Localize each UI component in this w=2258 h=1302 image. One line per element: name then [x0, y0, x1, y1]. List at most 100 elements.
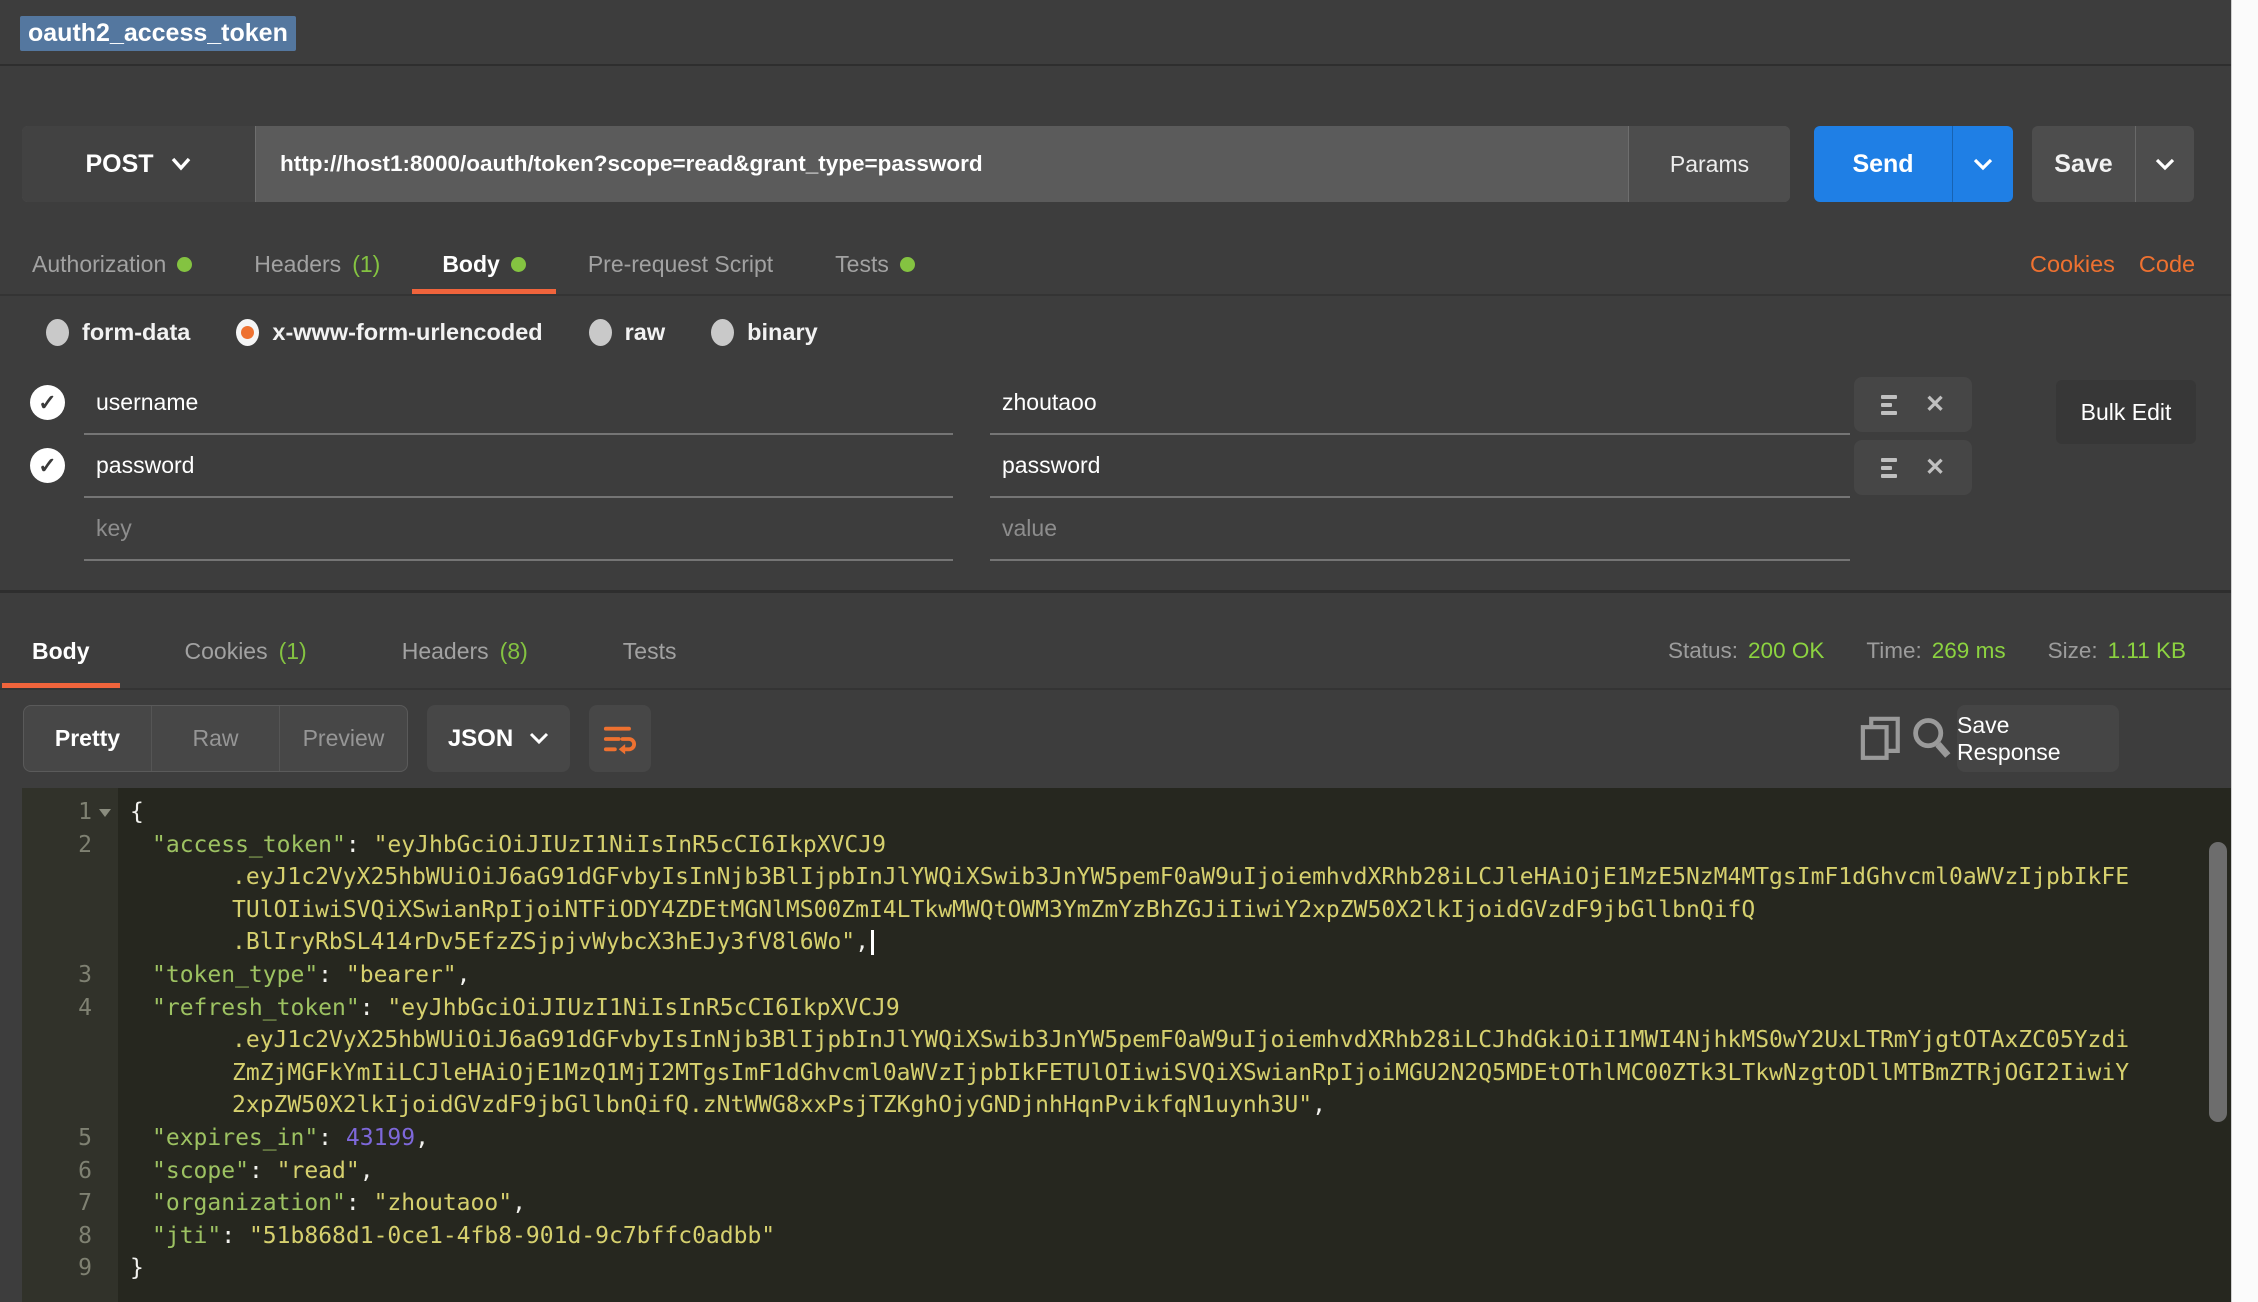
- tab-count: (1): [352, 251, 380, 278]
- line-number: [22, 1057, 118, 1090]
- code-line-content: {: [118, 796, 144, 829]
- method-label: POST: [85, 150, 153, 179]
- save-response-button[interactable]: Save Response: [1957, 705, 2119, 772]
- code-link[interactable]: Code: [2139, 251, 2195, 278]
- code-token: .BlIryRbSL414rDv5EfzZSjpjvWybcX3hEJy3fV8…: [232, 929, 855, 955]
- copy-response-button[interactable]: [1860, 716, 1902, 767]
- tab-label: Authorization: [32, 251, 166, 278]
- response-body-viewer[interactable]: 1{2"access_token": "eyJhbGciOiJIUzI1NiIs…: [22, 788, 2232, 1302]
- code-token: :: [249, 1158, 277, 1184]
- response-tabs: Body Cookies(1) Headers(8) Tests: [32, 612, 676, 690]
- line-number: 4: [22, 992, 118, 1025]
- remove-row-icon[interactable]: ✕: [1925, 393, 1945, 417]
- code-line: TUlOIiwiSVQiXSwianRpIjoiNTFiODY4ZDEtMGNl…: [22, 894, 2232, 927]
- bulk-edit-label: Bulk Edit: [2081, 399, 2172, 426]
- code-line-content: "jti": "51b868d1-0ce1-4fb8-901d-9c7bffc0…: [118, 1220, 775, 1253]
- tab-label: Pre-request Script: [588, 251, 773, 278]
- key-input[interactable]: password: [84, 435, 953, 498]
- code-line-content: "scope": "read",: [118, 1155, 374, 1188]
- save-button[interactable]: Save: [2032, 126, 2135, 202]
- request-title[interactable]: oauth2_access_token: [20, 16, 296, 51]
- format-dropdown[interactable]: JSON: [427, 705, 570, 772]
- response-tab-body[interactable]: Body: [32, 612, 90, 690]
- url-input[interactable]: http://host1:8000/oauth/token?scope=read…: [256, 126, 1628, 202]
- tab-label: Headers: [254, 251, 341, 278]
- tab-label: Tests: [835, 251, 889, 278]
- code-token: "read": [277, 1158, 360, 1184]
- code-token: ZmZjMGFkYmIiLCJleHAiOjE1MzQ1MjI2MTgsImF1…: [232, 1060, 2129, 1086]
- view-raw-button[interactable]: Raw: [152, 706, 280, 771]
- code-token: ,: [1312, 1092, 1326, 1118]
- body-type-x-www-form-urlencoded[interactable]: x-www-form-urlencoded: [236, 319, 542, 346]
- value-input[interactable]: password: [990, 435, 1850, 498]
- key-input[interactable]: key: [84, 498, 953, 561]
- radio-icon: [589, 319, 612, 346]
- value-input[interactable]: zhoutaoo: [990, 372, 1850, 435]
- code-token: :: [346, 1190, 374, 1216]
- scrollbar-thumb[interactable]: [2209, 842, 2227, 1122]
- form-row: ✓ password password ✕: [0, 435, 2232, 498]
- response-tab-tests[interactable]: Tests: [623, 612, 677, 690]
- wrap-text-button[interactable]: [589, 705, 651, 772]
- send-button[interactable]: Send: [1814, 126, 1952, 202]
- code-line: 3"token_type": "bearer",: [22, 959, 2232, 992]
- body-type-raw[interactable]: raw: [589, 319, 666, 346]
- code-token: .eyJ1c2VyX25hbWUiOiJ6aG91dGFvbyIsInNjb3B…: [232, 1027, 2129, 1053]
- search-response-button[interactable]: [1910, 716, 1952, 765]
- method-chevron-icon: [170, 157, 192, 171]
- code-line: 2xpZW50X2lkIjoidGVzdF9jbGllbnQifQ.zNtWWG…: [22, 1089, 2232, 1122]
- save-button-group: Save: [2032, 126, 2194, 202]
- row-checkbox[interactable]: ✓: [30, 448, 65, 483]
- view-pretty-button[interactable]: Pretty: [24, 706, 152, 771]
- row-menu-icon[interactable]: [1881, 395, 1897, 415]
- code-line-content: TUlOIiwiSVQiXSwianRpIjoiNTFiODY4ZDEtMGNl…: [118, 894, 1755, 927]
- method-dropdown[interactable]: POST: [22, 126, 256, 202]
- body-type-form-data[interactable]: form-data: [46, 319, 190, 346]
- code-token: :: [318, 962, 346, 988]
- copy-icon: [1860, 716, 1902, 762]
- code-line: .eyJ1c2VyX25hbWUiOiJ6aG91dGFvbyIsInNjb3B…: [22, 1024, 2232, 1057]
- row-actions: ✕: [1854, 377, 1972, 432]
- line-number: 8: [22, 1220, 118, 1253]
- response-tab-cookies[interactable]: Cookies(1): [185, 612, 307, 690]
- bulk-edit-button[interactable]: Bulk Edit: [2056, 380, 2196, 444]
- params-button[interactable]: Params: [1628, 126, 1790, 202]
- row-checkbox[interactable]: ✓: [30, 385, 65, 420]
- tab-label: Body: [32, 638, 90, 665]
- size-badge: Size: 1.11 KB: [2048, 638, 2186, 664]
- tab-label: Headers: [402, 638, 489, 665]
- fold-caret-icon[interactable]: [99, 809, 111, 817]
- code-line-content: "token_type": "bearer",: [118, 959, 471, 992]
- request-tab-tests[interactable]: Tests: [835, 232, 915, 296]
- radio-icon: [46, 319, 69, 346]
- code-token: "refresh_token": [152, 995, 360, 1021]
- text-cursor: [871, 930, 874, 955]
- row-actions: ✕: [1854, 440, 1972, 495]
- request-tab-headers[interactable]: Headers (1): [254, 232, 380, 296]
- request-tab-body[interactable]: Body: [442, 232, 526, 296]
- save-options-button[interactable]: [2135, 126, 2194, 202]
- key-input[interactable]: username: [84, 372, 953, 435]
- cookies-link[interactable]: Cookies: [2030, 251, 2115, 278]
- code-token: ,: [512, 1190, 526, 1216]
- request-tab-authorization[interactable]: Authorization: [32, 232, 192, 296]
- code-token: "access_token": [152, 832, 346, 858]
- request-tab-pre-request-script[interactable]: Pre-request Script: [588, 232, 773, 296]
- window-scrollbar-gutter[interactable]: [2231, 0, 2258, 1302]
- line-number: 5: [22, 1122, 118, 1155]
- response-tab-headers[interactable]: Headers(8): [402, 612, 528, 690]
- code-line-content: "refresh_token": "eyJhbGciOiJIUzI1NiIsIn…: [118, 992, 900, 1025]
- view-preview-button[interactable]: Preview: [280, 706, 407, 771]
- send-options-button[interactable]: [1952, 126, 2013, 202]
- code-token: "token_type": [152, 962, 318, 988]
- remove-row-icon[interactable]: ✕: [1925, 456, 1945, 480]
- radio-icon: [236, 319, 259, 346]
- value-input[interactable]: value: [990, 498, 1850, 561]
- format-chevron-icon: [529, 732, 549, 745]
- body-type-binary[interactable]: binary: [711, 319, 818, 346]
- url-bar: POST http://host1:8000/oauth/token?scope…: [22, 126, 1790, 202]
- row-menu-icon[interactable]: [1881, 458, 1897, 478]
- code-token: "expires_in": [152, 1125, 318, 1151]
- tab-label: Body: [442, 251, 500, 278]
- code-line: 7"organization": "zhoutaoo",: [22, 1187, 2232, 1220]
